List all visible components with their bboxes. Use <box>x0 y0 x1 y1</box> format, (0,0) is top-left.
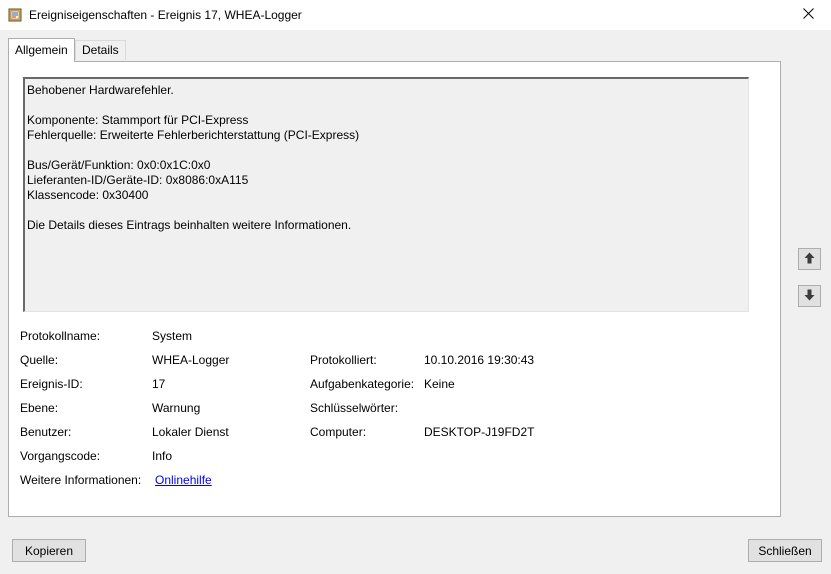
close-icon <box>802 8 814 22</box>
ebene-value: Warnung <box>152 401 201 415</box>
weitere-informationen-label: Weitere Informationen: <box>20 473 142 487</box>
description-line: Bus/Gerät/Funktion: 0x0:0x1C:0x0 <box>27 158 211 172</box>
ebene-label: Ebene: <box>20 401 59 415</box>
previous-event-button[interactable] <box>798 248 821 270</box>
tab-allgemein[interactable]: Allgemein <box>8 38 75 62</box>
vorgangscode-value: Info <box>152 449 173 463</box>
close-button[interactable]: Schließen <box>748 539 822 562</box>
event-description-box[interactable]: Behobener Hardwarefehler. Komponente: St… <box>23 77 749 312</box>
protokollname-value: System <box>152 329 193 343</box>
quelle-label: Quelle: <box>20 353 59 367</box>
aufgabenkategorie-value: Keine <box>424 377 455 391</box>
benutzer-value: Lokaler Dienst <box>152 425 229 439</box>
ereignis-id-label: Ereignis-ID: <box>20 377 83 391</box>
computer-value: DESKTOP-J19FD2T <box>424 425 535 439</box>
arrow-up-icon <box>804 252 815 267</box>
vorgangscode-label: Vorgangscode: <box>20 449 101 463</box>
event-viewer-icon <box>8 8 22 22</box>
description-line: Behobener Hardwarefehler. <box>27 83 174 97</box>
ereignis-id-value: 17 <box>152 377 166 391</box>
computer-label: Computer: <box>310 425 367 439</box>
aufgabenkategorie-label: Aufgabenkategorie: <box>310 377 415 391</box>
arrow-down-icon <box>804 289 815 304</box>
title-bar: Ereigniseigenschaften - Ereignis 17, WHE… <box>0 0 831 30</box>
protokolliert-label: Protokolliert: <box>310 353 377 367</box>
benutzer-label: Benutzer: <box>20 425 72 439</box>
protokollname-label: Protokollname: <box>20 329 101 343</box>
general-tab-panel: Behobener Hardwarefehler. Komponente: St… <box>8 61 781 517</box>
tab-details[interactable]: Details <box>75 40 126 60</box>
window-title: Ereigniseigenschaften - Ereignis 17, WHE… <box>29 8 302 22</box>
quelle-value: WHEA-Logger <box>152 353 230 367</box>
description-line: Lieferanten-ID/Geräte-ID: 0x8086:0xA115 <box>27 173 249 187</box>
description-line: Klassencode: 0x30400 <box>27 188 149 202</box>
description-line: Komponente: Stammport für PCI-Express <box>27 113 249 127</box>
close-window-button[interactable] <box>785 0 831 30</box>
description-line: Die Details dieses Eintrags beinhalten w… <box>27 218 352 232</box>
next-event-button[interactable] <box>798 285 821 307</box>
schluesselwoerter-label: Schlüsselwörter: <box>310 401 399 415</box>
protokolliert-value: 10.10.2016 19:30:43 <box>424 353 535 367</box>
copy-button[interactable]: Kopieren <box>12 539 86 562</box>
onlinehilfe-link[interactable]: Onlinehilfe <box>155 473 212 487</box>
description-line: Fehlerquelle: Erweiterte Fehlerberichter… <box>27 128 360 142</box>
